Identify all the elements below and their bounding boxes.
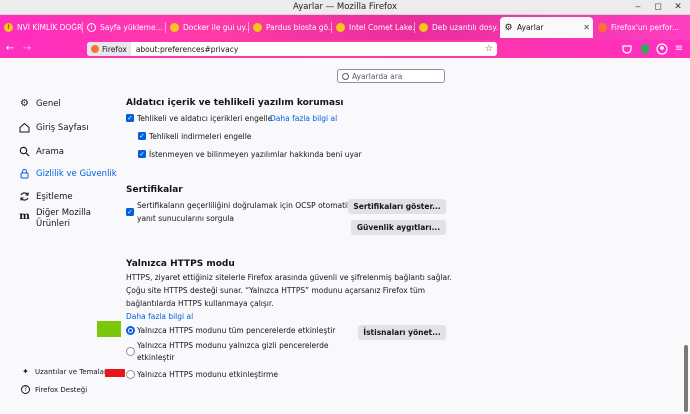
red-marker	[105, 369, 125, 377]
https-learn-more-link[interactable]: Daha fazla bilgi al	[126, 312, 193, 321]
https-private-label-line1[interactable]: Yalnızca HTTPS modunu yalnızca gizli pen…	[137, 341, 329, 350]
tab-sayfa[interactable]: i Sayfa yükleme...	[83, 17, 166, 38]
help-icon: ?	[21, 385, 30, 394]
tab-nvi[interactable]: ! NVİ KİMLİK DOĞR...	[0, 17, 83, 38]
firefox-icon	[91, 45, 99, 53]
search-icon	[342, 72, 349, 80]
certificates-heading: Sertifikalar	[126, 185, 183, 195]
sidebar-item-mozilla[interactable]: m Diğer Mozilla Ürünleri	[19, 208, 91, 230]
tab-firefox-perf[interactable]: Firefox'un perfor...	[594, 17, 690, 38]
block-dangerous-checkbox[interactable]: ✓	[126, 114, 134, 122]
https-private-radio[interactable]	[126, 347, 135, 356]
https-only-description: HTTPS, ziyaret ettiğiniz sitelerle Firef…	[126, 273, 452, 308]
sidebar-item-general[interactable]: ⚙ Genel	[19, 98, 61, 109]
view-certificates-button[interactable]: Sertifikaları göster...	[348, 199, 446, 214]
url-bar[interactable]: Firefox about:preferences#privacy ☆	[87, 42, 497, 56]
https-only-heading: Yalnızca HTTPS modu	[126, 259, 235, 269]
maximize-icon[interactable]: ◻	[652, 2, 664, 12]
deceptive-learn-more-link[interactable]: Daha fazla bilgi al	[270, 114, 337, 123]
https-private-label-line2[interactable]: etkinleştir	[137, 353, 174, 362]
window-titlebar: Ayarlar — Mozilla Firefox ‒ ◻ ✕	[0, 0, 690, 15]
forward-icon[interactable]: →	[21, 43, 33, 55]
sidebar-extensions[interactable]: ✦ Uzantılar ve Temalar	[21, 367, 107, 376]
back-icon[interactable]: ←	[4, 43, 16, 55]
info-icon: i	[87, 23, 96, 32]
scrollbar-thumb[interactable]	[684, 345, 688, 412]
sidebar-item-privacy[interactable]: Gizlilik ve Güvenlik	[19, 168, 117, 179]
account-icon[interactable]	[656, 43, 668, 55]
green-marker	[97, 321, 121, 337]
ocsp-checkbox[interactable]: ✓	[126, 208, 134, 216]
https-all-windows-radio[interactable]	[126, 326, 135, 335]
manage-exceptions-button[interactable]: İstisnaları yönet...	[358, 325, 446, 340]
warning-icon: !	[4, 23, 13, 32]
warn-unwanted-label[interactable]: İstenmeyen ve bilinmeyen yazılımlar hakk…	[149, 150, 362, 159]
preferences-page	[0, 58, 690, 414]
pardus-icon	[170, 23, 179, 32]
url-text[interactable]: about:preferences#privacy	[136, 45, 238, 54]
block-downloads-checkbox[interactable]: ✓	[138, 132, 146, 140]
menu-icon[interactable]: ≡	[673, 43, 685, 55]
warn-unwanted-checkbox[interactable]: ✓	[138, 150, 146, 158]
tab-docker[interactable]: Docker ile gui uy...	[166, 17, 249, 38]
window-title: Ayarlar — Mozilla Firefox	[292, 2, 398, 12]
tab-deb[interactable]: Deb uzantılı dosy...	[415, 17, 498, 38]
pardus-icon	[253, 23, 262, 32]
identity-box[interactable]: Firefox	[87, 42, 131, 56]
ocsp-label-line1[interactable]: Sertifikaların geçerliliğini doğrulamak …	[137, 201, 351, 210]
block-dangerous-label[interactable]: Tehlikeli ve aldatıcı içerikleri engelle	[137, 114, 272, 123]
https-off-label[interactable]: Yalnızca HTTPS modunu etkinleştirme	[137, 370, 278, 379]
mozilla-icon: m	[19, 211, 30, 222]
ocsp-label-line2[interactable]: yanıt sunucularını sorgula	[137, 214, 234, 223]
deceptive-heading: Aldatıcı içerik ve tehlikeli yazılım kor…	[126, 98, 344, 108]
https-off-radio[interactable]	[126, 370, 135, 379]
gear-icon: ⚙	[504, 22, 513, 33]
tab-intel[interactable]: Intel Comet Lake...	[332, 17, 415, 38]
tab-pardus-bios[interactable]: Pardus biosta gö...	[249, 17, 332, 38]
shield-icon[interactable]	[639, 43, 651, 55]
star-icon[interactable]: ☆	[485, 44, 493, 54]
sidebar-item-sync[interactable]: Eşitleme	[19, 191, 73, 202]
search-icon	[19, 146, 30, 157]
puzzle-icon: ✦	[22, 367, 29, 376]
close-tab-icon[interactable]: ✕	[583, 23, 590, 32]
sync-icon	[20, 192, 29, 201]
pardus-icon	[336, 23, 345, 32]
lock-icon	[20, 169, 29, 179]
gear-icon: ⚙	[20, 98, 29, 109]
minimize-icon[interactable]: ‒	[632, 2, 644, 12]
home-icon	[19, 122, 30, 133]
tab-settings[interactable]: ⚙ Ayarlar ✕	[500, 17, 593, 38]
block-downloads-label[interactable]: Tehlikeli indirmeleri engelle	[149, 132, 251, 141]
search-input[interactable]: Ayarlarda ara	[337, 69, 445, 83]
tab-strip: ! NVİ KİMLİK DOĞR... i Sayfa yükleme... …	[0, 15, 690, 40]
security-devices-button[interactable]: Güvenlik aygıtları...	[351, 220, 446, 235]
close-window-icon[interactable]: ✕	[672, 2, 684, 12]
pardus-icon	[419, 23, 428, 32]
https-all-windows-label[interactable]: Yalnızca HTTPS modunu tüm pencerelerde e…	[137, 326, 335, 335]
pocket-icon[interactable]	[621, 43, 633, 55]
firefox-icon	[598, 23, 607, 32]
sidebar-support[interactable]: ? Firefox Desteği	[21, 385, 87, 394]
sidebar-item-home[interactable]: Giriş Sayfası	[19, 122, 89, 133]
sidebar-item-search[interactable]: Arama	[19, 146, 64, 157]
nav-toolbar: ← → Firefox about:preferences#privacy ☆ …	[0, 40, 690, 58]
